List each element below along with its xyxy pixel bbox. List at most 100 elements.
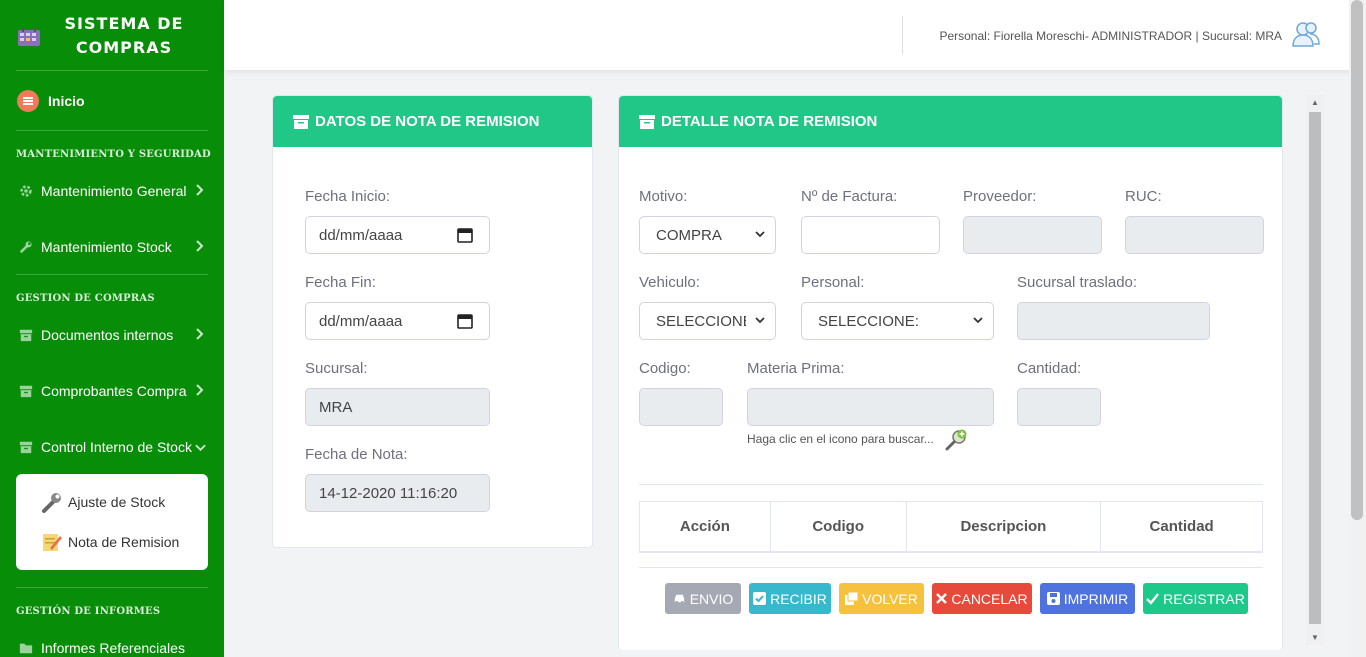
calendar-icon[interactable] [457,227,473,243]
sucursal-label: Sucursal: [305,360,368,377]
sidebar-item-label: Inicio [48,93,85,109]
registrar-button[interactable]: REGISTRAR [1143,583,1248,614]
cantidad-label: Cantidad: [1017,360,1082,377]
sidebar-item-mantenimiento-general[interactable]: Mantenimiento General [0,171,224,211]
motivo-value: COMPRA [656,226,722,244]
brand[interactable]: SISTEMA DE COMPRAS [0,0,224,70]
copy-icon [845,592,859,605]
recibir-button[interactable]: RECIBIR [749,583,831,614]
archive-icon [18,439,34,455]
gear-icon [18,183,34,199]
fecha-fin-value: dd/mm/aaaa [319,312,403,330]
column-header-cantidad[interactable]: Cantidad [1100,501,1263,553]
calendar-icon[interactable] [457,313,473,329]
sidebar-divider [16,274,208,275]
personal-select[interactable]: SELECCIONE: [801,302,994,340]
chevron-right-icon [196,239,204,255]
fecha-inicio-input[interactable]: dd/mm/aaaa [305,216,490,254]
check-square-icon [753,592,767,605]
detalle-card-header: DETALLE NOTA DE REMISION [619,96,1282,147]
notepad-pencil-icon [43,534,62,551]
ruc-label: RUC: [1125,188,1162,205]
codigo-label: Codigo: [639,360,691,377]
archive-icon [293,114,309,129]
sidebar-section-mantenimiento: MANTENIMIENTO Y SEGURIDAD [16,149,211,160]
factura-input[interactable] [801,216,940,254]
chevron-right-icon [196,183,204,199]
fecha-nota-field: 14-12-2020 11:16:20 [305,474,490,512]
home-icon [17,90,39,112]
sucursal-traslado-field [1017,302,1210,340]
cancelar-button[interactable]: CANCELAR [932,583,1032,614]
vehiculo-select[interactable]: SELECCIONE: [639,302,776,340]
envio-button[interactable]: ENVIO [665,583,741,614]
submenu-item-nota-remision[interactable]: Nota de Remision [40,528,179,556]
envio-label: ENVIO [689,590,734,607]
page-scrollbar[interactable] [1349,0,1366,657]
sidebar-divider [16,70,208,71]
scroll-down-icon[interactable]: ▼ [1311,633,1319,642]
proveedor-field [963,216,1102,254]
topbar: Personal: Fiorella Moreschi- ADMINISTRAD… [224,0,1366,70]
sidebar-item-label: Documentos internos [41,327,174,343]
materia-prima-label: Materia Prima: [747,360,845,377]
sucursal-field: MRA [305,388,490,426]
save-icon [1046,592,1060,605]
wrench-icon [18,239,34,255]
sidebar-section-gestion-compras: GESTION DE COMPRAS [16,293,155,304]
car-icon [674,594,684,604]
brand-line-1: SISTEMA DE [64,14,184,33]
user-info[interactable]: Personal: Fiorella Moreschi- ADMINISTRAD… [939,29,1282,43]
cantidad-field [1017,388,1101,426]
close-icon [936,593,948,604]
detalle-nota-card: DETALLE NOTA DE REMISION Motivo: COMPRA … [618,95,1283,650]
fecha-fin-label: Fecha Fin: [305,274,376,291]
column-header-descripcion[interactable]: Descripcion [905,501,1102,553]
scroll-up-icon[interactable]: ▲ [1311,98,1319,107]
chevron-down-icon [973,317,983,324]
sidebar-item-documentos-internos[interactable]: Documentos internos [0,315,224,355]
sidebar-item-mantenimiento-stock[interactable]: Mantenimiento Stock [0,227,224,267]
sidebar-item-inicio[interactable]: Inicio [0,81,224,121]
column-header-accion[interactable]: Acción [639,501,771,553]
folder-icon [18,640,34,656]
section-divider [639,484,1263,485]
personal-label: Personal: [801,274,865,291]
topbar-divider [902,16,903,54]
user-group-icon[interactable] [1290,18,1322,50]
chevron-right-icon [196,383,204,399]
fecha-nota-value: 14-12-2020 11:16:20 [319,484,458,502]
sidebar-item-informes-referenciales[interactable]: Informes Referenciales [0,628,224,657]
submenu-item-ajuste-stock[interactable]: Ajuste de Stock [40,488,165,516]
wrench-icon [42,493,61,513]
section-divider [639,567,1263,568]
brand-title: SISTEMA DE COMPRAS [62,12,186,60]
fecha-fin-input[interactable]: dd/mm/aaaa [305,302,490,340]
column-header-codigo[interactable]: Codigo [769,501,907,553]
sidebar-item-label: Control Interno de Stock [41,439,192,455]
sidebar-item-comprobantes-compra[interactable]: Comprobantes Compra [0,371,224,411]
archive-icon [18,383,34,399]
recibir-label: RECIBIR [770,590,827,607]
scrollbar-thumb[interactable] [1309,112,1321,624]
imprimir-button[interactable]: IMPRIMIR [1040,583,1135,614]
check-icon [1146,593,1160,605]
datos-nota-card: DATOS DE NOTA DE REMISION Fecha Inicio: … [272,95,593,548]
vehiculo-label: Vehiculo: [639,274,700,291]
motivo-select[interactable]: COMPRA [639,216,776,254]
sidebar-section-informes: GESTIÓN DE INFORMES [16,606,161,617]
proveedor-label: Proveedor: [963,188,1037,205]
ruc-field [1125,216,1264,254]
sidebar-item-control-interno-stock[interactable]: Control Interno de Stock [0,427,224,467]
volver-button[interactable]: VOLVER [839,583,924,614]
search-add-icon[interactable] [945,428,969,452]
motivo-label: Motivo: [639,188,688,205]
sucursal-traslado-label: Sucursal traslado: [1017,274,1138,291]
chevron-down-icon [755,231,765,238]
page-scrollbar-thumb[interactable] [1351,0,1363,520]
vehiculo-value: SELECCIONE: [656,312,746,330]
sidebar-item-label: Informes Referenciales [41,640,185,656]
chevron-right-icon [196,327,204,343]
content-scrollbar[interactable]: ▲ ▼ [1306,95,1324,645]
sucursal-value: MRA [319,398,353,416]
